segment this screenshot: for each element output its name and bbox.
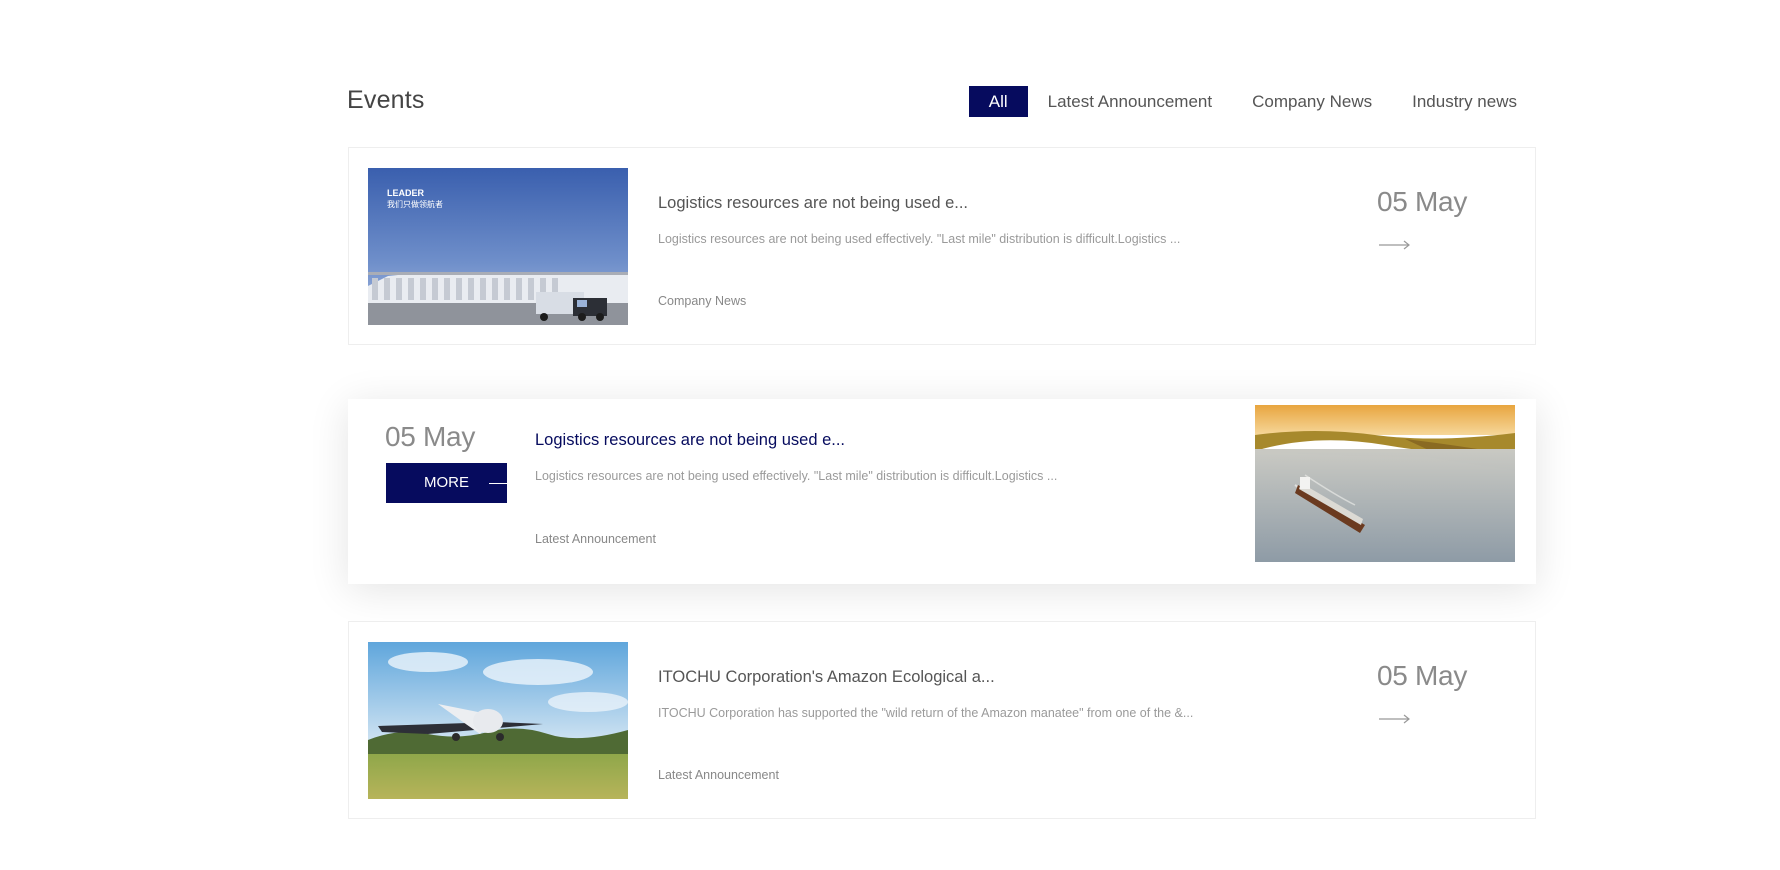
image-caption-line1: LEADER: [387, 188, 425, 198]
section-title: Events: [347, 86, 425, 114]
warehouse-truck-image[interactable]: LEADER 我们只做领航者: [368, 168, 628, 325]
article-text: ITOCHU Corporation's Amazon Ecological a…: [658, 668, 1278, 782]
article-category: Latest Announcement: [658, 768, 779, 782]
news-card[interactable]: ITOCHU Corporation's Amazon Ecological a…: [348, 621, 1536, 819]
more-button[interactable]: MORE: [386, 463, 507, 503]
article-text: Logistics resources are not being used e…: [658, 194, 1278, 308]
tab-industry-news[interactable]: Industry news: [1392, 87, 1537, 117]
tab-latest-announcement[interactable]: Latest Announcement: [1028, 87, 1232, 117]
airplane-takeoff-image[interactable]: [368, 642, 628, 799]
article-summary: Logistics resources are not being used e…: [535, 469, 1058, 483]
article-date: 05 May: [385, 421, 476, 452]
dash-icon: [489, 483, 507, 484]
article-summary: Logistics resources are not being used e…: [658, 232, 1181, 246]
article-date: 05 May: [1377, 660, 1468, 691]
article-headline[interactable]: Logistics resources are not being used e…: [535, 431, 1155, 450]
tab-all[interactable]: All: [968, 86, 1028, 117]
image-caption-line2: 我们只做领航者: [387, 199, 443, 209]
events-header: Events All Latest Announcement Company N…: [347, 84, 1537, 118]
article-category: Latest Announcement: [535, 532, 656, 546]
article-summary: ITOCHU Corporation has supported the "wi…: [658, 706, 1194, 720]
filter-tabs: All Latest Announcement Company News Ind…: [968, 86, 1537, 117]
news-card-active[interactable]: 05 May MORE Logistics resources are not …: [348, 399, 1536, 584]
article-category: Company News: [658, 294, 747, 308]
long-arrow-right-icon[interactable]: [1379, 238, 1411, 250]
tab-company-news[interactable]: Company News: [1232, 87, 1392, 117]
cargo-ship-river-image[interactable]: [1255, 405, 1515, 562]
article-text: Logistics resources are not being used e…: [535, 431, 1155, 546]
more-button-label: MORE: [424, 474, 469, 491]
long-arrow-right-icon[interactable]: [1379, 712, 1411, 724]
news-card[interactable]: LEADER 我们只做领航者 Logistics resources are n…: [348, 147, 1536, 345]
article-date: 05 May: [1377, 186, 1468, 217]
article-headline[interactable]: Logistics resources are not being used e…: [658, 194, 1278, 213]
article-headline[interactable]: ITOCHU Corporation's Amazon Ecological a…: [658, 668, 1278, 687]
